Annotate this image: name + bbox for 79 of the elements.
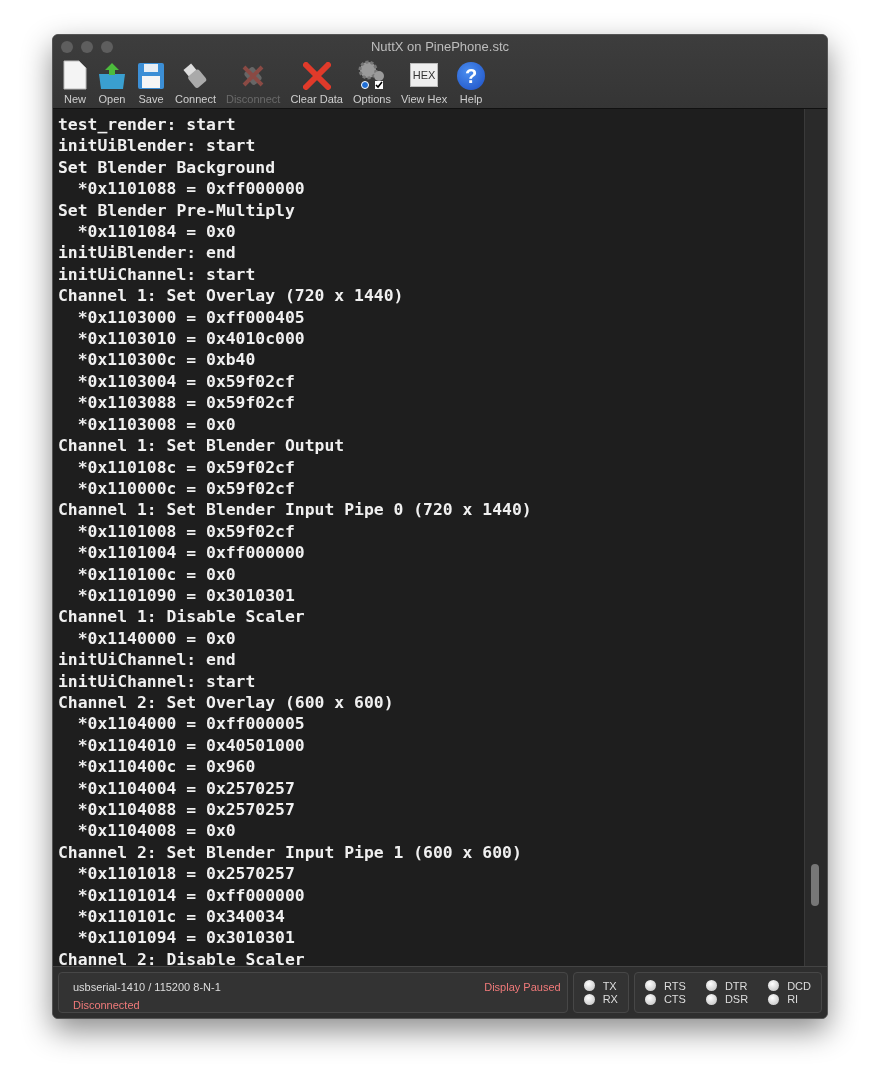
indicator-light [768,993,780,1005]
terminal-line: Channel 1: Set Blender Input Pipe 0 (720 x 1440) [58,499,532,521]
toolbar-button[interactable]: Connect [173,57,218,105]
window-title: NuttX on PinePhone.stc [371,38,509,56]
gears-icon [356,60,387,90]
toolbar-button[interactable]: Clear Data [288,57,345,105]
indicator-light [705,980,717,992]
terminal-line: *0x1104010 = 0x40501000 [76,734,305,757]
terminal-line: *0x1140000 = 0x0 [76,627,236,650]
terminal-line: *0x1104000 = 0xff000005 [76,713,305,735]
terminal-line: *0x110300c = 0xb40 [76,349,256,371]
document-icon [63,60,87,90]
indicator-label: RI [787,993,799,1006]
terminal-line: *0x1104088 = 0x2570257 [76,799,295,821]
terminal-line: *0x1101018 = 0x2570257 [76,863,295,885]
toolbar-button[interactable]: Save [135,57,167,105]
terminal-line: *0x1103000 = 0xff000405 [76,306,305,329]
indicator-light [705,993,717,1005]
terminal-line: *0x1103010 = 0x4010c000 [76,328,305,350]
terminal-line: Channel 1: Disable Scaler [58,606,305,628]
terminal-line: Channel 1: Set Blender Output [58,435,345,457]
terminal-line: test_render: start [58,114,236,136]
minimize-button[interactable] [81,41,93,53]
indicator-label: RX [602,993,618,1006]
scroll-thumb[interactable] [811,864,819,906]
toolbar-button[interactable]: HEX View Hex [398,57,450,105]
indicator-label: RTS [663,979,686,992]
connection-status: Disconnected [73,998,141,1012]
terminal-line: Channel 1: Set Overlay (720 x 1440) [58,285,404,307]
terminal-line: *0x1101088 = 0xff000000 [76,178,305,200]
hex-icon: HEX [410,63,439,87]
close-window-button[interactable] [61,41,73,53]
help-icon: ? [457,62,486,90]
indicator-light [768,980,780,992]
toolbar-button[interactable]: ? Help [455,57,488,105]
indicator-label: DSR [724,993,749,1006]
indicator-light [583,980,595,992]
zoom-button[interactable] [101,41,113,53]
terminal-line: Channel 2: Disable Scaler [58,948,305,966]
terminal-line: Channel 2: Set Overlay (600 x 600) [58,691,394,714]
toolbar-button[interactable]: Options [351,57,393,105]
indicator-label: DTR [724,979,748,992]
terminal-line: *0x1101008 = 0x59f02cf [76,520,295,543]
terminal-line: *0x1104008 = 0x0 [76,820,236,842]
terminal-line: initUiBlender: start [58,135,256,157]
terminal-line: *0x1101094 = 0x3010301 [76,927,295,949]
indicator-light [644,980,656,992]
terminal-line: *0x1103008 = 0x0 [76,413,236,436]
terminal-line: *0x1103088 = 0x59f02cf [76,392,295,414]
terminal-line: *0x1103004 = 0x59f02cf [76,370,295,393]
indicator-light [583,993,595,1005]
terminal-line: *0x110101c = 0x340034 [76,906,285,928]
terminal-line: *0x110108c = 0x59f02cf [76,456,295,478]
terminal-line: initUiBlender: end [58,242,236,264]
terminal-line: *0x1101014 = 0xff000000 [76,884,305,907]
terminal-line: initUiChannel: start [58,670,256,692]
terminal-line: Set Blender Pre-Multiply [58,199,295,222]
indicator-label: TX [602,979,617,992]
indicator-light [644,993,656,1005]
terminal-line: *0x1101084 = 0x0 [76,221,236,243]
indicator-label: DCD [787,979,811,992]
terminal-line: initUiChannel: end [58,649,236,671]
toolbar-button[interactable]: New [61,57,89,105]
toolbar-button[interactable]: Open [95,57,129,105]
indicator-label: CTS [663,993,686,1006]
terminal-line: *0x1101004 = 0xff000000 [76,542,305,564]
terminal-line: *0x1101090 = 0x3010301 [76,584,295,607]
terminal-line: *0x1104004 = 0x2570257 [76,777,295,799]
close-icon [302,62,331,90]
port-info: usbserial-1410 / 115200 8-N-1 [73,981,222,995]
terminal-line: *0x110100c = 0x0 [76,563,236,585]
terminal-line: Channel 2: Set Blender Input Pipe 1 (600 x 600) [58,841,522,864]
folder-icon [97,62,127,90]
terminal-line: *0x110400c = 0x960 [76,756,256,778]
display-status: Display Paused [484,981,561,995]
terminal-line: initUiChannel: start [58,263,256,286]
terminal-line: Set Blender Background [58,156,276,179]
terminal-line: *0x110000c = 0x59f02cf [76,477,295,500]
scrollbar[interactable] [804,109,827,966]
